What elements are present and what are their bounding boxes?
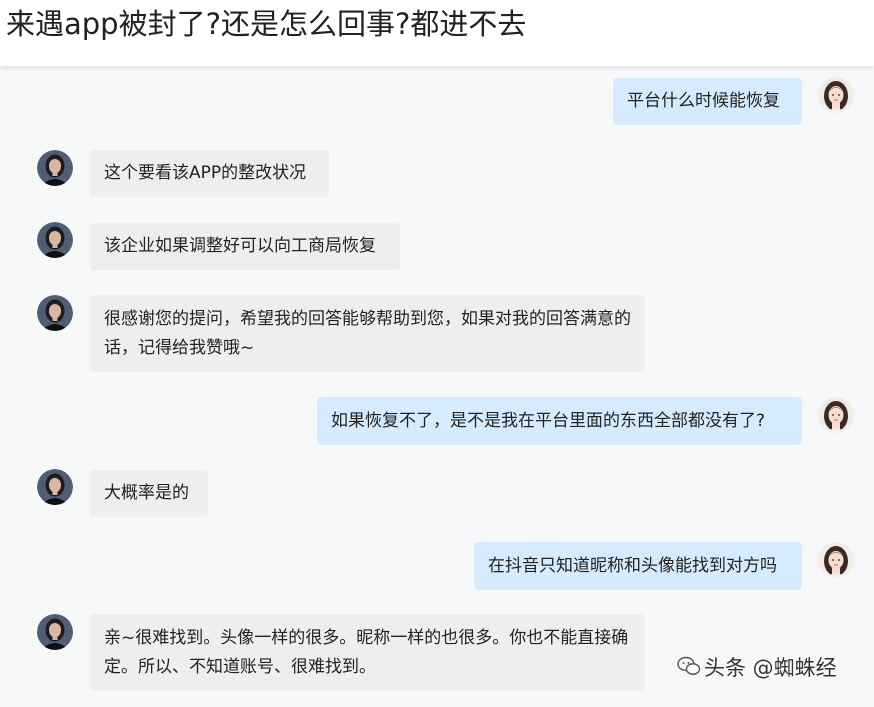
message-bubble: 亲~很难找到。头像一样的很多。昵称一样的也很多。你也不能直接确定。所以、不知道账… (90, 614, 645, 691)
page-header: 来遇app被封了?还是怎么回事?都进不去 (0, 0, 874, 66)
message-bubble: 在抖音只知道昵称和头像能找到对方吗 (474, 542, 802, 590)
message-bubble: 如果恢复不了，是不是我在平台里面的东西全部都没有了? (317, 397, 802, 445)
message-bubble: 平台什么时候能恢复 (613, 78, 802, 125)
watermark-text: 头条 @蜘蛛经 (704, 656, 837, 680)
expert-avatar-icon (37, 295, 73, 331)
user-avatar-icon (818, 77, 854, 113)
page-title: 来遇app被封了?还是怎么回事?都进不去 (6, 7, 527, 41)
expert-avatar-icon (37, 469, 73, 505)
user-avatar-icon (818, 542, 854, 578)
expert-avatar-icon (37, 614, 73, 650)
expert-avatar-icon (37, 222, 73, 258)
message-bubble: 大概率是的 (90, 470, 208, 517)
chat-thread: 平台什么时候能恢复 这个要看该APP的整改状况 该企业如果调整好可以向工商局恢复… (0, 66, 874, 707)
expert-avatar-icon (37, 150, 73, 186)
user-avatar-icon (818, 397, 854, 433)
message-bubble: 这个要看该APP的整改状况 (90, 150, 329, 197)
message-bubble: 很感谢您的提问，希望我的回答能够帮助到您，如果对我的回答满意的话，记得给我赞哦~ (90, 295, 645, 372)
message-bubble: 该企业如果调整好可以向工商局恢复 (90, 223, 400, 270)
wechat-logo-icon (677, 656, 701, 675)
